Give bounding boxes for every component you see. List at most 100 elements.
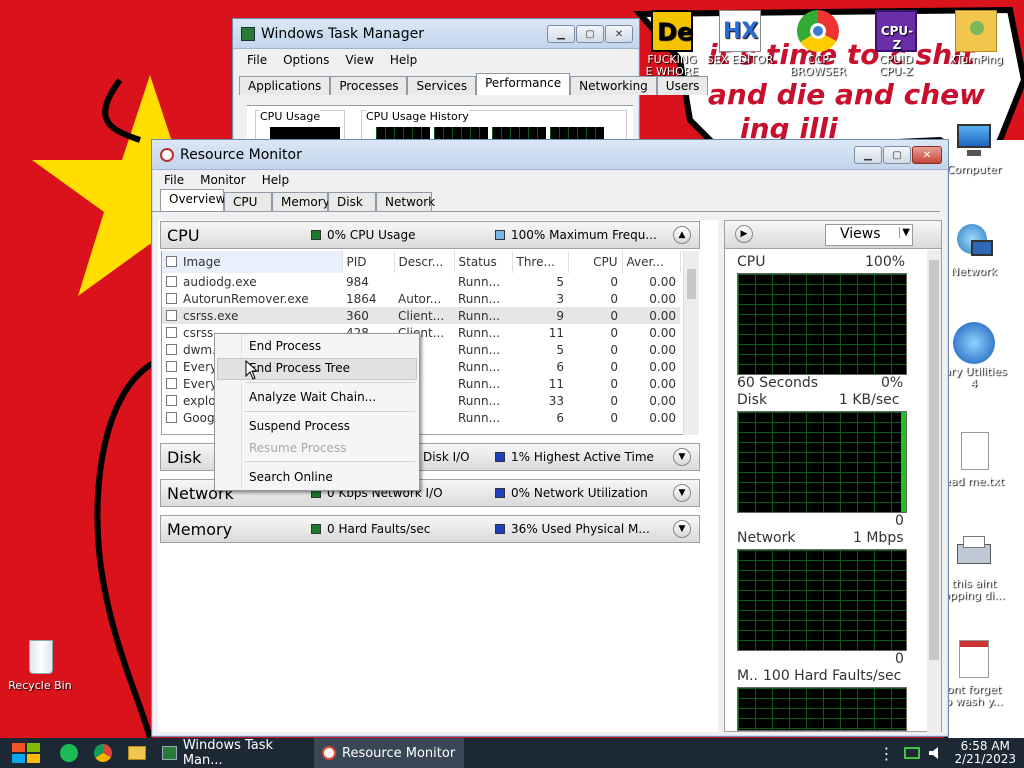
desktop-icon-xturnping[interactable]: XTurnPing (936, 10, 1016, 66)
taskbar: Windows Task Man... Resource Monitor ⋮ 6… (0, 738, 1024, 768)
tm-maximize-button[interactable]: ▢ (576, 25, 604, 43)
start-button[interactable] (0, 738, 52, 768)
taskbar-chrome-button[interactable] (86, 738, 120, 768)
column-header-description[interactable]: Descr... (394, 251, 455, 273)
rm-tab-overview[interactable]: Overview (160, 189, 226, 211)
tm-tab-processes[interactable]: Processes (330, 76, 408, 95)
taskbar-resource-monitor-button[interactable]: Resource Monitor (314, 738, 464, 768)
process-cell: 33 (548, 393, 564, 408)
table-row[interactable]: AutorunRemover.exe 1864 Autor... Runn... 3 0 0… (162, 290, 680, 307)
process-image-cell: audiodg.exe (162, 273, 342, 290)
tm-menu-help[interactable]: Help (382, 51, 425, 69)
windows-logo-icon (12, 743, 40, 763)
tm-minimize-button[interactable]: ▁ (547, 25, 575, 43)
network-graph-min: 0 (895, 651, 904, 667)
cpu-section-header[interactable]: CPU 0% CPU Usage 100% Maximum Frequ... ▲ (160, 221, 700, 249)
taskbar-spotify-button[interactable] (52, 738, 86, 768)
views-dropdown[interactable]: Views ▼ (825, 224, 913, 246)
graph-panel-scrollbar[interactable] (927, 250, 941, 732)
green-legend-square (311, 524, 321, 534)
tm-menu-view[interactable]: View (337, 51, 381, 69)
process-image-cell: csrss.exe (162, 307, 342, 324)
disk-active-time-legend: 1% Highest Active Time (495, 450, 654, 464)
cpu-table-scrollbar[interactable] (683, 251, 699, 435)
column-header-average[interactable]: Aver... (622, 251, 681, 273)
disk-graph-min: 0 (895, 513, 904, 529)
taskbar-explorer-button[interactable] (120, 738, 154, 768)
task-manager-window[interactable]: Windows Task Manager ▁ ▢ ✕ File Options … (232, 18, 709, 148)
cpuz-icon: CPU-Z (875, 10, 917, 52)
rm-menu-help[interactable]: Help (254, 171, 297, 189)
menu-item-end-process-tree[interactable]: End Process Tree (249, 358, 350, 378)
volume-tray-icon[interactable] (924, 738, 948, 768)
menu-item-resume-process[interactable]: Resume Process (249, 438, 346, 458)
menu-item-suspend-process[interactable]: Suspend Process (249, 416, 350, 436)
scrollbar-thumb[interactable] (687, 269, 696, 299)
tm-tab-services[interactable]: Services (407, 76, 477, 95)
menu-item-search-online[interactable]: Search Online (249, 467, 333, 487)
tm-close-button[interactable]: ✕ (605, 25, 633, 43)
chevron-up-icon[interactable]: ▲ (673, 226, 691, 244)
desktop-icon-recycle-bin[interactable]: Recycle Bin (0, 636, 80, 692)
tm-tab-users[interactable]: Users (656, 76, 709, 95)
table-row[interactable]: csrss.exe 360 Client... Runn... 9 0 0.00 (162, 307, 680, 324)
process-cell: 0.00 (649, 376, 676, 391)
rm-tab-memory[interactable]: Memory (272, 192, 330, 211)
network-utilization-legend: 0% Network Utilization (495, 486, 648, 500)
process-checkbox[interactable] (166, 377, 177, 389)
process-cell: 0 (610, 342, 618, 357)
tm-menu-file[interactable]: File (239, 51, 275, 69)
rm-menu-file[interactable]: File (156, 171, 192, 189)
tm-menu-options[interactable]: Options (275, 51, 337, 69)
rm-menu-monitor[interactable]: Monitor (192, 171, 254, 189)
chevron-down-icon[interactable]: ▼ (673, 484, 691, 502)
rm-minimize-button[interactable]: ▁ (854, 146, 882, 164)
process-cell: 1864 (346, 291, 377, 306)
process-checkbox[interactable] (166, 360, 177, 372)
resource-monitor-titlebar[interactable]: Resource Monitor (152, 140, 948, 170)
rm-tab-network[interactable]: Network (376, 192, 435, 211)
cpu-graph-min: 0% (881, 375, 904, 391)
clock[interactable]: 6:58 AM 2/21/2023 (948, 738, 1024, 768)
process-checkbox[interactable] (166, 411, 177, 423)
scrollbar-thumb[interactable] (929, 260, 939, 660)
lightblue-legend-square (495, 230, 505, 240)
overflow-menu-icon[interactable]: ⋮ (872, 738, 900, 768)
folder-icon (128, 746, 146, 760)
process-checkbox[interactable] (166, 292, 177, 304)
process-cell: Runn... (458, 291, 501, 306)
tm-tab-networking[interactable]: Networking (570, 76, 657, 95)
column-header-status[interactable]: Status (454, 251, 513, 273)
rm-maximize-button[interactable]: ▢ (883, 146, 911, 164)
desktop-icon-hex-editor[interactable]: HX SEX EDITOR (700, 10, 780, 66)
process-checkbox[interactable] (166, 343, 177, 355)
menu-item-analyze-wait-chain[interactable]: Analyze Wait Chain... (249, 387, 376, 407)
tm-tabs: Applications Processes Services Performa… (233, 73, 709, 95)
table-row[interactable]: audiodg.exe 984 Runn... 5 0 0.00 (162, 273, 680, 290)
desktop-icon-ccp-browser[interactable]: CCP BROWSER (778, 10, 858, 78)
tm-tab-applications[interactable]: Applications (239, 76, 331, 95)
network-tray-icon[interactable] (900, 738, 924, 768)
column-header-image[interactable]: Image (162, 251, 343, 273)
rm-tab-cpu[interactable]: CPU (224, 192, 272, 211)
taskbar-task-manager-button[interactable]: Windows Task Man... (154, 738, 314, 768)
process-checkbox[interactable] (166, 326, 177, 338)
process-context-menu: End Process End Process Tree Analyze Wai… (214, 333, 420, 491)
process-checkbox[interactable] (166, 309, 177, 321)
chevron-down-icon[interactable]: ▼ (673, 448, 691, 466)
column-header-pid[interactable]: PID (342, 251, 395, 273)
cpu-graph-title: CPU (737, 254, 766, 270)
process-checkbox[interactable] (166, 394, 177, 406)
tm-tab-performance[interactable]: Performance (476, 73, 571, 95)
rm-tab-disk[interactable]: Disk (328, 192, 376, 211)
menu-item-end-process[interactable]: End Process (249, 336, 321, 356)
column-header-threads[interactable]: Thre... (512, 251, 569, 273)
process-checkbox[interactable] (166, 275, 177, 287)
memory-section-header[interactable]: Memory 0 Hard Faults/sec 36% Used Physic… (160, 515, 700, 543)
column-header-cpu[interactable]: CPU (568, 251, 623, 273)
desktop-icon-cpuz[interactable]: CPU-Z CPUID CPU-Z (856, 10, 936, 78)
rm-close-button[interactable]: ✕ (912, 146, 942, 164)
cpu-section-title: CPU (167, 225, 200, 245)
chevron-right-icon[interactable]: ▶ (735, 225, 753, 243)
chevron-down-icon[interactable]: ▼ (673, 520, 691, 538)
